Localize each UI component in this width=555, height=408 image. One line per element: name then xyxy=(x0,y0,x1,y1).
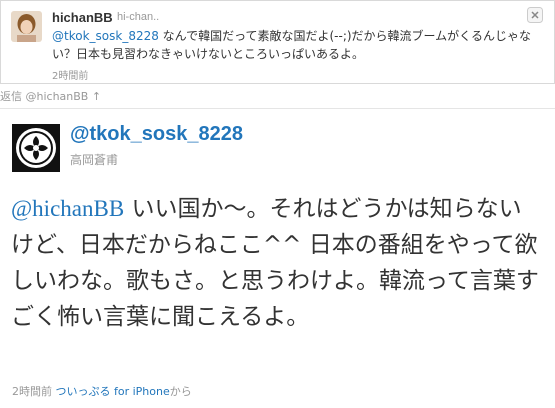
up-arrow-icon: ↑ xyxy=(91,90,102,103)
parent-timestamp[interactable]: 2時間前 xyxy=(52,67,88,82)
family-crest-avatar-icon[interactable] xyxy=(12,124,60,172)
parent-full-name: hi-chan.. xyxy=(117,11,160,23)
main-full-name: 高岡蒼甫 xyxy=(70,153,119,167)
parent-tweet-text: @tkok_sosk_8228 なんで韓国だって素敵な国だよ(--;)だから韓流… xyxy=(52,27,542,63)
main-tweet: @tkok_sosk_8228 高岡蒼甫 @hichanBB いい国か〜。それは… xyxy=(0,108,555,408)
main-tweet-text: @hichanBB いい国か〜。それはどうかは知らないけど、日本だからねここ^^… xyxy=(11,191,543,335)
tweet-screenshot: hichanBB hi-chan.. @tkok_sosk_8228 なんで韓国… xyxy=(0,0,555,408)
main-timestamp[interactable]: 2時間前 xyxy=(12,385,52,398)
close-x-icon[interactable] xyxy=(527,7,543,23)
reply-context[interactable]: 返信 @hichanBB ↑ xyxy=(0,88,101,106)
parent-mention-link[interactable]: @tkok_sosk_8228 xyxy=(52,29,159,43)
avatar-photo-icon[interactable] xyxy=(11,11,42,42)
source-app-link[interactable]: ついっぷる for iPhone xyxy=(56,385,170,398)
main-tweet-meta: 2時間前 ついっぷる for iPhoneから xyxy=(12,383,192,399)
in-reply-to-tweet: hichanBB hi-chan.. @tkok_sosk_8228 なんで韓国… xyxy=(0,0,555,84)
source-suffix: から xyxy=(169,385,192,398)
main-screen-name[interactable]: @tkok_sosk_8228 xyxy=(70,123,243,146)
reply-context-label: 返信 @hichanBB xyxy=(0,90,89,103)
parent-screen-name[interactable]: hichanBB xyxy=(52,10,113,25)
main-mention-link[interactable]: @hichanBB xyxy=(11,196,124,221)
